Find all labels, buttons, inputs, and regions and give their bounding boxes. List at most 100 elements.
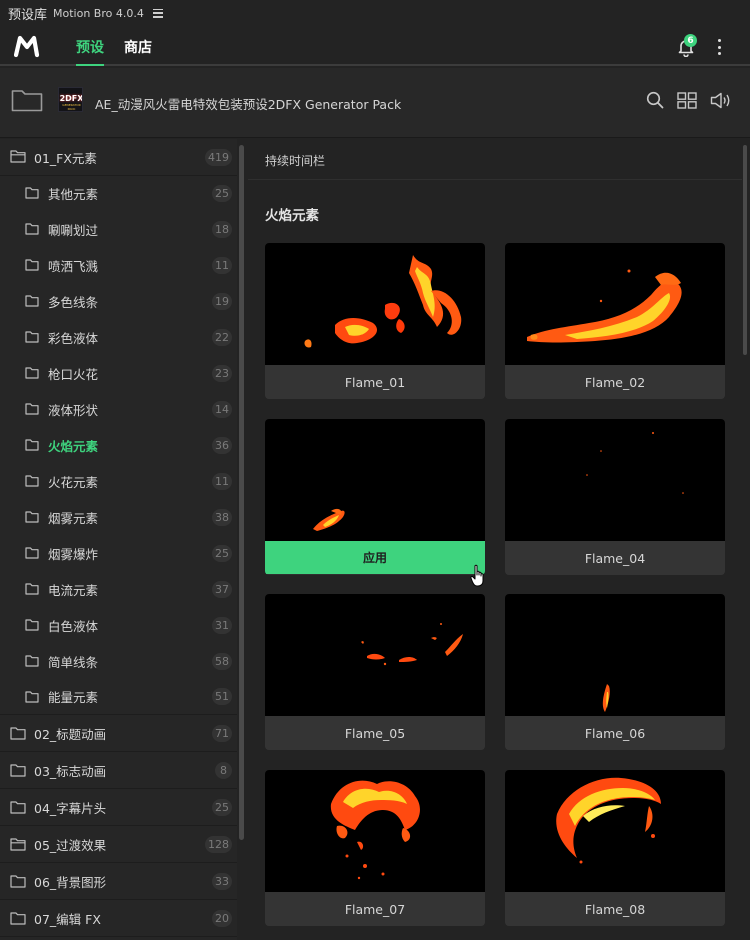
preset-card[interactable]: Flame_01 (265, 243, 485, 399)
sidebar-subitem-label: 多色线条 (48, 294, 99, 310)
sidebar-subitem-label: 喷洒飞溅 (48, 258, 99, 274)
folder-icon (10, 764, 26, 777)
duration-bar[interactable]: 持续时间栏 (248, 139, 742, 180)
sidebar-subitem[interactable]: 烟雾元素 38 (0, 499, 237, 535)
sidebar-category[interactable]: 01_FX元素 419 (0, 139, 237, 176)
folder-open-icon (10, 150, 26, 163)
sidebar-category[interactable]: 07_编辑 FX 20 (0, 900, 237, 937)
sidebar-count-badge: 58 (212, 652, 232, 670)
sidebar-subitem[interactable]: 枪口火花 23 (0, 355, 237, 391)
preset-card-hovered[interactable]: 应用 (265, 419, 485, 575)
sidebar-subitem[interactable]: 烟雾爆炸 25 (0, 535, 237, 571)
folder-icon[interactable] (11, 88, 43, 112)
folder-icon (25, 259, 39, 271)
apply-button[interactable]: 应用 (265, 541, 485, 574)
sidebar-subitem[interactable]: 彩色液体 22 (0, 319, 237, 355)
pack-thumbnail-subtext: GENERATOR PACK (62, 103, 81, 111)
tab-presets[interactable]: 预设 (76, 37, 104, 66)
folder-icon (25, 475, 39, 487)
sidebar-category-label: 06_背景图形 (34, 874, 107, 890)
duration-label: 持续时间栏 (265, 154, 326, 168)
preset-preview (265, 770, 485, 892)
sidebar-subitem-label: 白色液体 (48, 618, 99, 634)
search-icon[interactable] (646, 91, 664, 109)
preset-card[interactable]: Flame_07 (265, 770, 485, 926)
sidebar-count-badge: 37 (212, 580, 232, 598)
grid-icon[interactable] (677, 92, 697, 109)
top-nav: 预设 商店 6 (0, 26, 750, 66)
tab-store[interactable]: 商店 (124, 37, 152, 66)
sidebar-subitem-label: 火花元素 (48, 474, 99, 490)
sidebar-count-badge: 71 (212, 724, 232, 742)
preset-name: Flame_01 (265, 365, 485, 399)
folder-icon (25, 187, 39, 199)
sidebar-count-badge: 31 (212, 616, 232, 634)
sidebar-category-label: 02_标题动画 (34, 726, 107, 742)
sidebar-subitem[interactable]: 电流元素 37 (0, 571, 237, 607)
folder-icon (25, 691, 39, 703)
preset-name: Flame_08 (505, 892, 725, 926)
preset-name: Flame_06 (505, 716, 725, 750)
sidebar-category[interactable]: 03_标志动画 8 (0, 752, 237, 789)
folder-icon (25, 619, 39, 631)
preset-card[interactable]: Flame_06 (505, 594, 725, 750)
pack-thumbnail[interactable]: 2DFX GENERATOR PACK (58, 87, 83, 112)
sidebar-subitem-label: 枪口火花 (48, 366, 99, 382)
preset-card[interactable]: Flame_05 (265, 594, 485, 750)
sidebar-count-badge: 11 (212, 256, 232, 274)
preset-name: Flame_07 (265, 892, 485, 926)
sidebar-scrollbar[interactable] (239, 145, 244, 840)
sidebar-count-badge: 51 (212, 688, 232, 705)
sidebar-subitem[interactable]: 简单线条 58 (0, 643, 237, 679)
preset-preview (505, 243, 725, 365)
sidebar-count-badge: 18 (212, 220, 232, 238)
folder-icon (25, 583, 39, 595)
folder-icon (25, 223, 39, 235)
sidebar-subitem[interactable]: 其他元素 25 (0, 175, 237, 211)
sidebar-subitem[interactable]: 白色液体 31 (0, 607, 237, 643)
sidebar-subitem-active[interactable]: 火焰元素 36 (0, 427, 237, 463)
sidebar-category-label: 01_FX元素 (34, 150, 97, 166)
sidebar-count-badge: 25 (212, 798, 232, 816)
folder-icon (25, 367, 39, 379)
menu-icon[interactable] (152, 8, 163, 18)
sidebar-subitem-label: 唰唰划过 (48, 222, 99, 238)
preset-preview (505, 419, 725, 541)
sidebar-subitem[interactable]: 多色线条 19 (0, 283, 237, 319)
preset-card[interactable]: Flame_08 (505, 770, 725, 926)
pack-thumbnail-text: 2DFX (59, 94, 83, 103)
sidebar-subitem[interactable]: 唰唰划过 18 (0, 211, 237, 247)
sidebar-subitem-label: 彩色液体 (48, 330, 99, 346)
folder-icon (10, 875, 26, 888)
sidebar-subitem-label: 烟雾元素 (48, 510, 99, 526)
sidebar-category-label: 05_过渡效果 (34, 837, 107, 853)
sidebar-subitem[interactable]: 能量元素 51 (0, 679, 237, 715)
preset-card[interactable]: Flame_02 (505, 243, 725, 399)
sidebar-category-label: 07_编辑 FX (34, 911, 101, 927)
app-title: 预设库 (8, 7, 48, 23)
sidebar-category[interactable]: 04_字幕片头 25 (0, 789, 237, 826)
sidebar-subitem[interactable]: 喷洒飞溅 11 (0, 247, 237, 283)
sidebar-category[interactable]: 05_过渡效果 128 (0, 826, 237, 863)
more-icon[interactable] (716, 39, 722, 55)
pack-header: 2DFX GENERATOR PACK AE_动漫风火雷电特效包装预设2DFX … (0, 68, 750, 138)
sidebar-category-label: 03_标志动画 (34, 763, 107, 779)
sidebar-subitem-label: 烟雾爆炸 (48, 546, 99, 562)
sidebar-subitem[interactable]: 液体形状 14 (0, 391, 237, 427)
logo-icon (14, 35, 40, 58)
preset-preview (505, 770, 725, 892)
sidebar-category[interactable]: 02_标题动画 71 (0, 715, 237, 752)
speaker-icon[interactable] (710, 92, 732, 109)
sidebar-subitem-label: 能量元素 (48, 690, 99, 705)
folder-icon (25, 403, 39, 415)
sidebar-subitem-label: 火焰元素 (48, 438, 99, 454)
folder-icon (25, 295, 39, 307)
sidebar-subitem[interactable]: 火花元素 11 (0, 463, 237, 499)
content-scrollbar[interactable] (743, 145, 747, 355)
preset-name: Flame_04 (505, 541, 725, 575)
section-title: 火焰元素 (265, 208, 319, 224)
preset-card[interactable]: Flame_04 (505, 419, 725, 575)
sidebar-count-badge: 128 (205, 835, 232, 853)
pack-title: AE_动漫风火雷电特效包装预设2DFX Generator Pack (95, 97, 402, 112)
sidebar-category[interactable]: 06_背景图形 33 (0, 863, 237, 900)
